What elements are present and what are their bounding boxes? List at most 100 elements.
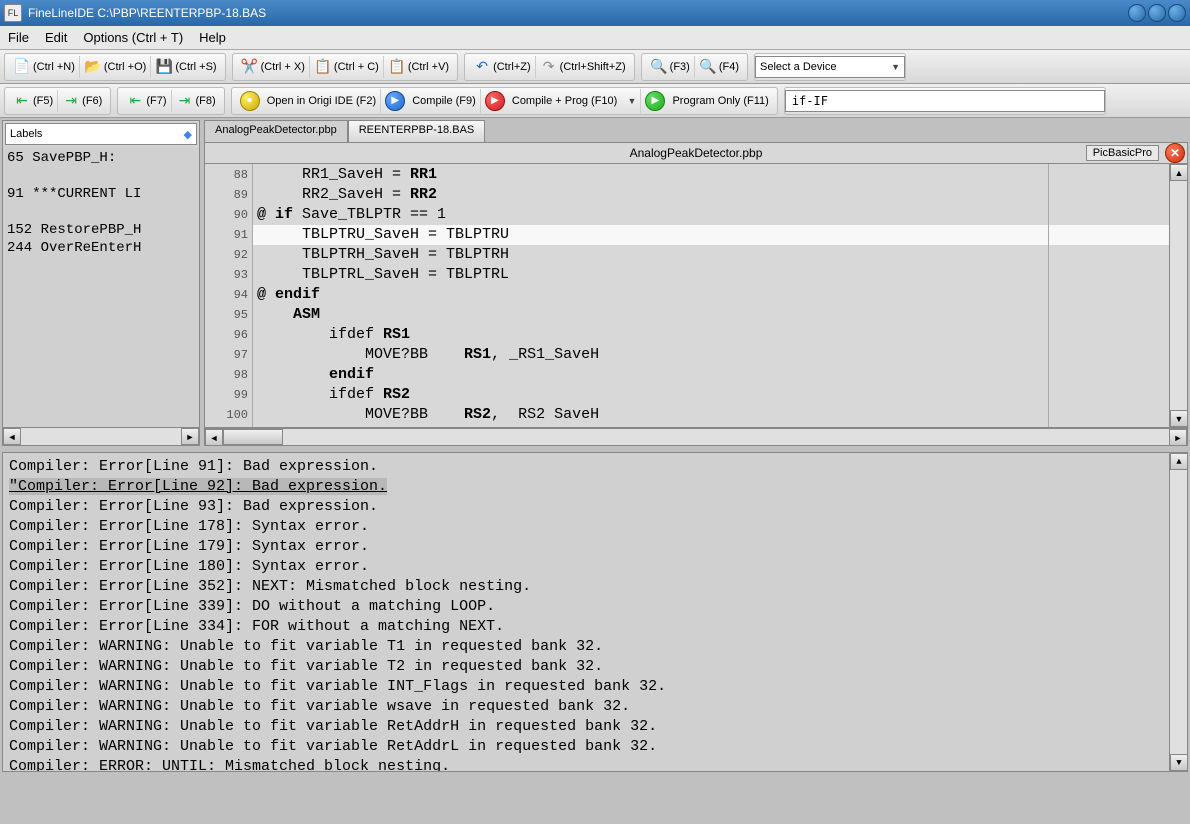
output-line[interactable]: Compiler: Error[Line 179]: Syntax error. — [9, 537, 1181, 557]
code-line[interactable]: ASM — [253, 305, 1169, 325]
indent-left-button[interactable]: ⇤(F5) — [9, 90, 58, 112]
code-line[interactable]: MOVE?BB RS1, _RS1_SaveH — [253, 345, 1169, 365]
copy-button[interactable]: 📋(Ctrl + C) — [310, 56, 384, 78]
labels-dropdown[interactable]: Labels ◆ — [5, 123, 197, 145]
output-line[interactable]: Compiler: WARNING: Unable to fit variabl… — [9, 677, 1181, 697]
vscroll-track[interactable] — [1170, 470, 1187, 754]
comment-button[interactable]: ⇤(F7) — [122, 90, 171, 112]
device-select[interactable]: Select a Device ▼ — [755, 56, 905, 78]
redo-button[interactable]: ↷(Ctrl+Shift+Z) — [536, 56, 630, 78]
code-line[interactable]: ifdef RS1 — [253, 325, 1169, 345]
left-hscrollbar[interactable]: ◄ ► — [3, 427, 199, 445]
line-number: 91 — [205, 225, 252, 245]
output-line[interactable]: Compiler: Error[Line 91]: Bad expression… — [9, 457, 1181, 477]
output-line[interactable]: Compiler: WARNING: Unable to fit variabl… — [9, 657, 1181, 677]
code-body[interactable]: RR1_SaveH = RR1 RR2_SaveH = RR2@ if Save… — [253, 164, 1169, 427]
dropdown-arrow-icon[interactable]: ▼ — [627, 96, 636, 106]
scroll-up-icon[interactable]: ▲ — [1170, 453, 1188, 470]
output-line[interactable]: Compiler: Error[Line 339]: DO without a … — [9, 597, 1181, 617]
scroll-left-icon[interactable]: ◄ — [3, 428, 21, 445]
output-line[interactable]: Compiler: ERROR: UNTIL: Mismatched block… — [9, 757, 1181, 772]
scroll-left-icon[interactable]: ◄ — [205, 429, 223, 446]
editor-hscrollbar[interactable]: ◄ ► — [204, 428, 1188, 446]
code-line[interactable]: ifdef RS2 — [253, 385, 1169, 405]
vscroll-track[interactable] — [1170, 181, 1187, 410]
paste-label: (Ctrl +V) — [408, 61, 449, 73]
menu-options[interactable]: Options (Ctrl + T) — [83, 30, 183, 45]
output-panel[interactable]: Compiler: Error[Line 91]: Bad expression… — [2, 452, 1188, 772]
indent-right-button[interactable]: ⇥(F6) — [58, 90, 106, 112]
maximize-button[interactable] — [1148, 4, 1166, 22]
tab-reenter[interactable]: REENTERPBP-18.BAS — [348, 120, 486, 142]
label-item[interactable] — [7, 167, 195, 185]
program-only-button[interactable]: ▶ Program Only (F11) — [641, 89, 772, 113]
line-number: 90 — [205, 205, 252, 225]
close-window-button[interactable] — [1168, 4, 1186, 22]
new-file-button[interactable]: 📄(Ctrl +N) — [9, 56, 80, 78]
code-line[interactable]: @ if Save_TBLPTR == 1 — [253, 205, 1169, 225]
scroll-down-icon[interactable]: ▼ — [1170, 410, 1188, 427]
device-select-label: Select a Device — [760, 61, 836, 73]
main-area: Labels ◆ 65 SavePBP_H: 91 ***CURRENT LI … — [0, 118, 1190, 448]
code-line[interactable]: TBLPTRU_SaveH = TBLPTRU — [253, 225, 1169, 245]
code-line[interactable]: TBLPTRH_SaveH = TBLPTRH — [253, 245, 1169, 265]
find-button[interactable]: 🔍(F3) — [646, 56, 695, 78]
diamond-icon: ◆ — [184, 128, 192, 141]
output-line[interactable]: Compiler: WARNING: Unable to fit variabl… — [9, 717, 1181, 737]
compile-button[interactable]: ▶ Compile (F9) — [381, 89, 481, 113]
output-line[interactable]: Compiler: WARNING: Unable to fit variabl… — [9, 737, 1181, 757]
scroll-right-icon[interactable]: ► — [181, 428, 199, 445]
compile-prog-button[interactable]: ▶ Compile + Prog (F10) ▼ — [481, 89, 642, 113]
output-line[interactable]: Compiler: Error[Line 180]: Syntax error. — [9, 557, 1181, 577]
code-line[interactable]: endif — [253, 365, 1169, 385]
language-badge: PicBasicPro — [1086, 145, 1159, 161]
save-icon: 💾 — [155, 58, 173, 76]
label-item[interactable]: 65 SavePBP_H: — [7, 149, 195, 167]
code-vscrollbar[interactable]: ▲ ▼ — [1169, 164, 1187, 427]
output-line[interactable]: Compiler: Error[Line 334]: FOR without a… — [9, 617, 1181, 637]
output-vscrollbar[interactable]: ▲ ▼ — [1169, 453, 1187, 771]
output-line[interactable]: Compiler: Error[Line 93]: Bad expression… — [9, 497, 1181, 517]
close-file-button[interactable]: ✕ — [1165, 143, 1185, 163]
open-ide-button[interactable]: ● Open in Origi IDE (F2) — [236, 89, 381, 113]
output-line[interactable]: Compiler: WARNING: Unable to fit variabl… — [9, 637, 1181, 657]
scroll-track[interactable] — [21, 428, 181, 445]
tab-analog[interactable]: AnalogPeakDetector.pbp — [204, 120, 348, 142]
save-file-button[interactable]: 💾(Ctrl +S) — [151, 56, 220, 78]
program-only-label: Program Only (F11) — [672, 95, 768, 107]
scroll-right-icon[interactable]: ► — [1169, 429, 1187, 446]
labels-list[interactable]: 65 SavePBP_H: 91 ***CURRENT LI 152 Resto… — [3, 147, 199, 427]
open-file-button[interactable]: 📂(Ctrl +O) — [80, 56, 151, 78]
save-label: (Ctrl +S) — [175, 61, 216, 73]
menu-file[interactable]: File — [8, 30, 29, 45]
search-icon: 🔍 — [650, 58, 668, 76]
find-next-button[interactable]: 🔍(F4) — [695, 56, 743, 78]
code-line[interactable]: RR2_SaveH = RR2 — [253, 185, 1169, 205]
undo-button[interactable]: ↶(Ctrl+Z) — [469, 56, 536, 78]
if-expression-input[interactable] — [785, 90, 1105, 112]
output-line[interactable]: Compiler: Error[Line 178]: Syntax error. — [9, 517, 1181, 537]
menu-help[interactable]: Help — [199, 30, 226, 45]
line-number: 92 — [205, 245, 252, 265]
output-line[interactable]: Compiler: Error[Line 352]: NEXT: Mismatc… — [9, 577, 1181, 597]
findnext-label: (F4) — [719, 61, 739, 73]
output-line[interactable]: "Compiler: Error[Line 92]: Bad expressio… — [9, 477, 1181, 497]
paste-button[interactable]: 📋(Ctrl +V) — [384, 56, 453, 78]
uncomment-button[interactable]: ⇥(F8) — [172, 90, 220, 112]
code-line[interactable]: TBLPTRL_SaveH = TBLPTRL — [253, 265, 1169, 285]
label-item[interactable]: 152 RestorePBP_H — [7, 221, 195, 239]
label-item[interactable]: 91 ***CURRENT LI — [7, 185, 195, 203]
menu-edit[interactable]: Edit — [45, 30, 67, 45]
minimize-button[interactable] — [1128, 4, 1146, 22]
output-line[interactable]: Compiler: WARNING: Unable to fit variabl… — [9, 697, 1181, 717]
label-item[interactable] — [7, 203, 195, 221]
label-item[interactable]: 244 OverReEnterH — [7, 239, 195, 257]
scroll-down-icon[interactable]: ▼ — [1170, 754, 1188, 771]
scroll-up-icon[interactable]: ▲ — [1170, 164, 1188, 181]
cut-button[interactable]: ✂️(Ctrl + X) — [237, 56, 310, 78]
hscroll-track[interactable] — [283, 429, 1169, 445]
code-line[interactable]: MOVE?BB RS2, RS2 SaveH — [253, 405, 1169, 425]
code-line[interactable]: @ endif — [253, 285, 1169, 305]
code-line[interactable]: RR1_SaveH = RR1 — [253, 165, 1169, 185]
hscroll-thumb[interactable] — [223, 429, 283, 445]
